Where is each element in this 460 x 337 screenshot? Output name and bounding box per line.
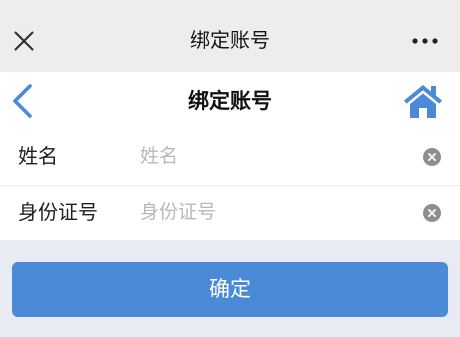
form-row-id-number: 身份证号 — [0, 186, 460, 240]
window-titlebar: 绑定账号 — [0, 0, 460, 72]
home-button[interactable] — [403, 83, 443, 119]
confirm-button[interactable]: 确定 — [12, 262, 448, 317]
form-row-name: 姓名 — [0, 133, 460, 185]
name-label: 姓名 — [18, 146, 58, 168]
clear-icon — [423, 148, 441, 166]
name-clear-button[interactable] — [423, 148, 441, 166]
id-number-clear-button[interactable] — [423, 204, 441, 222]
id-number-input[interactable] — [140, 198, 413, 228]
bind-account-form: 姓名 身份证号 — [0, 133, 460, 240]
window-title: 绑定账号 — [190, 30, 270, 52]
back-button[interactable] — [8, 83, 38, 119]
home-icon — [404, 85, 442, 118]
app-window: 绑定账号 绑定账号 姓名 姓名 身份证号 身份证号 确定 — [0, 0, 460, 337]
clear-icon — [423, 204, 441, 222]
chevron-left-icon — [13, 84, 32, 118]
more-button[interactable] — [409, 31, 441, 51]
more-icon — [412, 38, 438, 44]
name-input[interactable] — [140, 142, 413, 172]
close-button[interactable] — [12, 29, 36, 53]
page-header: 绑定账号 — [0, 72, 460, 133]
page-title: 绑定账号 — [188, 90, 272, 113]
close-icon — [14, 31, 34, 51]
id-number-label: 身份证号 — [18, 202, 98, 224]
